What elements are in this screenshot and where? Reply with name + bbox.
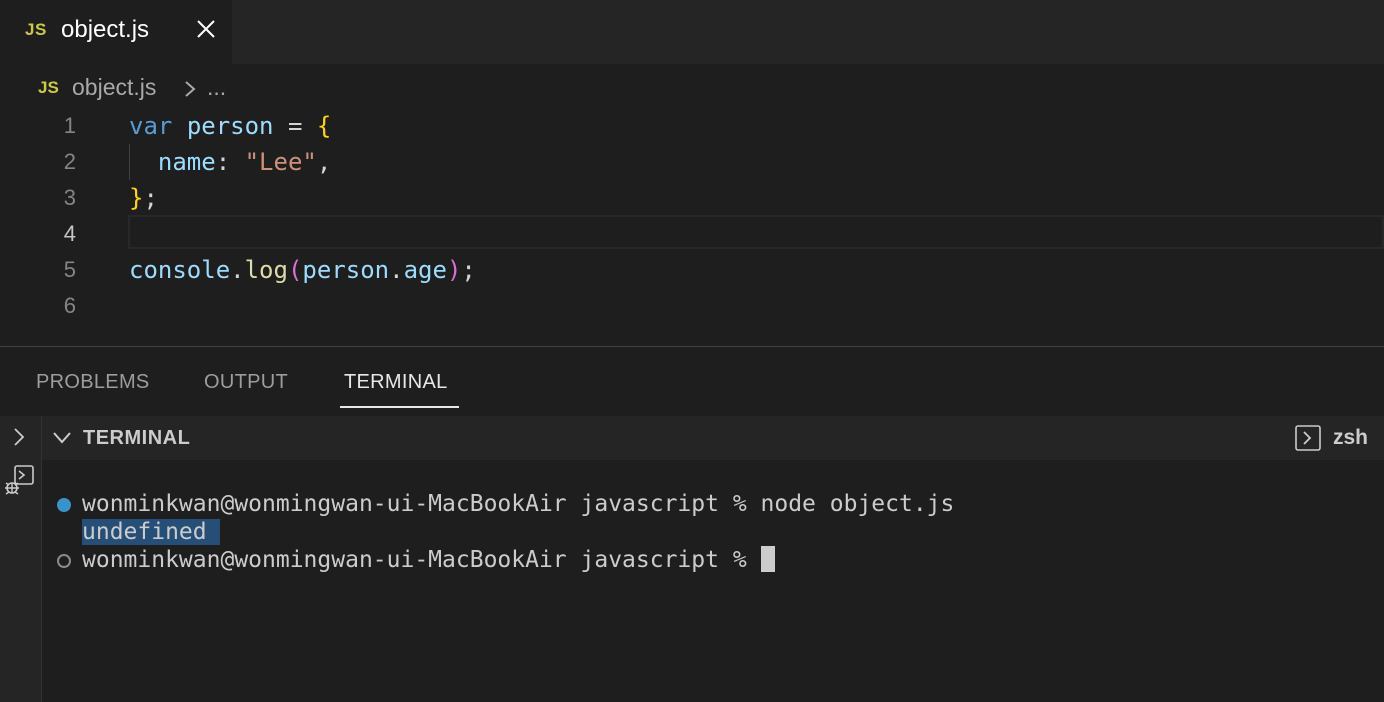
panel-tab-bar: PROBLEMS OUTPUT TERMINAL bbox=[0, 347, 1384, 416]
chevron-right-icon[interactable] bbox=[11, 426, 27, 448]
active-tab-indicator bbox=[340, 406, 459, 408]
line-number: 2 bbox=[63, 149, 76, 174]
tab-output[interactable]: OUTPUT bbox=[204, 371, 288, 394]
terminal-prompt: wonminkwan@wonmingwan-ui-MacBookAir java… bbox=[82, 547, 761, 573]
chevron-down-icon[interactable] bbox=[52, 430, 72, 446]
code-text: console.log(person.age); bbox=[129, 256, 476, 284]
line-number: 5 bbox=[63, 257, 76, 282]
code-text: }; bbox=[129, 184, 158, 212]
code-line[interactable]: 2 name: "Lee", bbox=[0, 144, 1384, 180]
selected-text: undefined bbox=[82, 519, 221, 545]
command-success-icon[interactable] bbox=[57, 498, 71, 512]
tab-object-js[interactable]: JS object.js bbox=[0, 0, 232, 64]
breadcrumb-more[interactable]: ... bbox=[207, 74, 226, 101]
tab-problems[interactable]: PROBLEMS bbox=[36, 371, 150, 394]
code-line[interactable]: 5 console.log(person.age); bbox=[0, 252, 1384, 288]
terminal-side-bar bbox=[0, 416, 42, 702]
code-text: var person = { bbox=[129, 112, 332, 140]
terminal-line: wonminkwan@wonmingwan-ui-MacBookAir java… bbox=[82, 491, 955, 517]
terminal-icon bbox=[1295, 425, 1321, 451]
terminal-cursor bbox=[760, 546, 775, 572]
breadcrumb-file[interactable]: object.js bbox=[72, 74, 156, 101]
terminal-header: TERMINAL zsh bbox=[42, 416, 1384, 460]
editor-tab-bar: JS object.js bbox=[0, 0, 1384, 64]
code-editor[interactable]: 1 var person = { 2 name: "Lee", 3 }; 4 5… bbox=[0, 108, 1384, 346]
code-text: name: "Lee", bbox=[157, 148, 332, 176]
terminal-section-title[interactable]: TERMINAL bbox=[83, 427, 190, 450]
code-line[interactable]: 4 bbox=[0, 216, 1384, 252]
terminal-prompt-line: wonminkwan@wonmingwan-ui-MacBookAir java… bbox=[82, 546, 775, 574]
command-pending-icon[interactable] bbox=[57, 554, 71, 568]
code-line[interactable]: 1 var person = { bbox=[0, 108, 1384, 144]
line-number: 1 bbox=[63, 113, 76, 138]
javascript-file-icon: JS bbox=[25, 20, 47, 39]
line-number: 6 bbox=[63, 293, 76, 318]
tab-terminal[interactable]: TERMINAL bbox=[344, 371, 448, 394]
code-line[interactable]: 6 bbox=[0, 288, 1384, 324]
close-icon[interactable] bbox=[194, 17, 218, 41]
terminal-line: undefined bbox=[82, 518, 221, 546]
javascript-file-icon: JS bbox=[38, 78, 59, 97]
debug-console-icon[interactable] bbox=[2, 464, 36, 498]
terminal-output[interactable]: wonminkwan@wonmingwan-ui-MacBookAir java… bbox=[42, 460, 1384, 702]
line-number: 3 bbox=[63, 185, 76, 210]
line-number: 4 bbox=[63, 221, 76, 246]
breadcrumb: JS object.js ... bbox=[0, 64, 1384, 108]
chevron-right-icon bbox=[185, 81, 196, 97]
tab-title: object.js bbox=[61, 16, 150, 43]
shell-name[interactable]: zsh bbox=[1333, 426, 1368, 450]
code-line[interactable]: 3 }; bbox=[0, 180, 1384, 216]
